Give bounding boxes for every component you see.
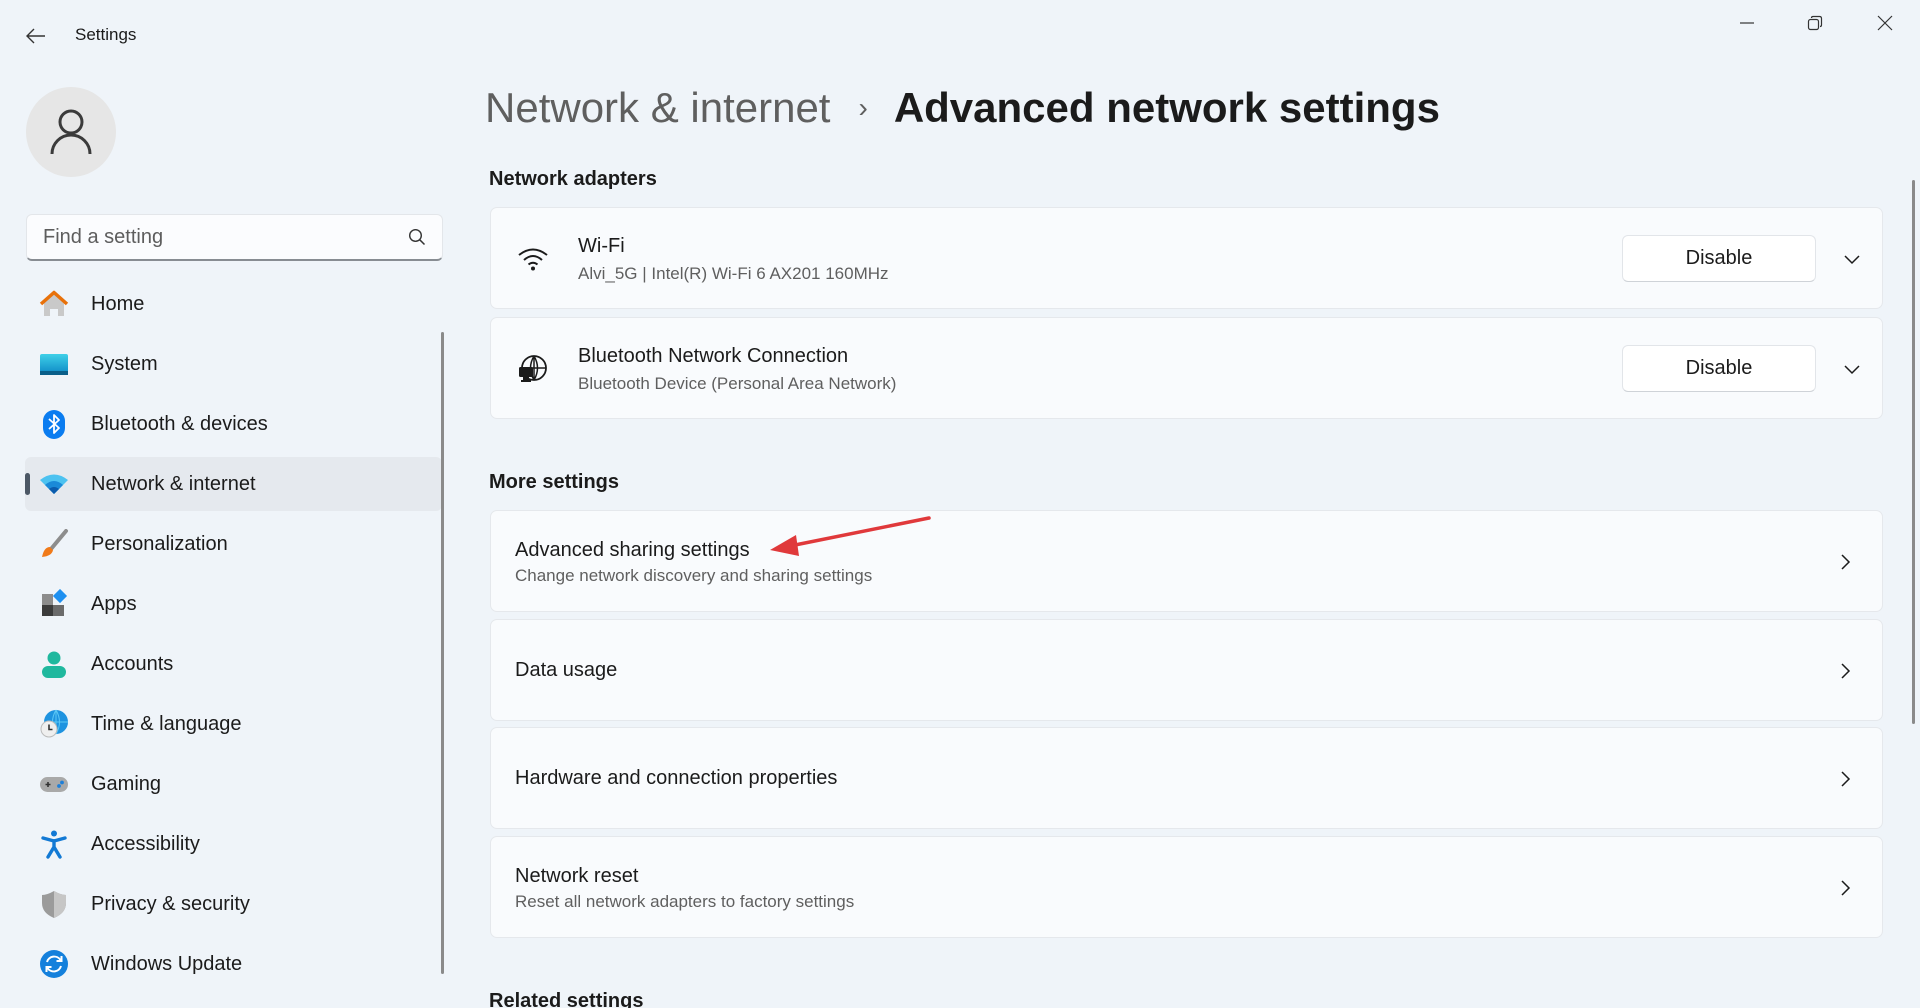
system-icon xyxy=(39,349,69,379)
shield-icon xyxy=(39,889,69,919)
close-icon xyxy=(1877,15,1893,31)
apps-icon xyxy=(39,589,69,619)
user-icon xyxy=(50,109,92,155)
adapter-detail: Alvi_5G | Intel(R) Wi-Fi 6 AX201 160MHz xyxy=(578,264,889,283)
section-more-settings: More settings xyxy=(489,471,620,493)
search-box xyxy=(26,214,443,261)
back-button[interactable] xyxy=(20,20,52,52)
expand-wifi-button[interactable] xyxy=(1831,238,1873,280)
sidebar-item-accounts[interactable]: Accounts xyxy=(25,637,442,691)
sidebar-item-time-language[interactable]: Time & language xyxy=(25,697,442,751)
setting-subtitle: Change network discovery and sharing set… xyxy=(515,566,873,585)
setting-title: Network reset xyxy=(515,865,639,887)
adapter-card-wifi[interactable]: Wi-Fi Alvi_5G | Intel(R) Wi-Fi 6 AX201 1… xyxy=(490,207,1883,309)
user-avatar[interactable] xyxy=(26,87,116,177)
sidebar-item-privacy[interactable]: Privacy & security xyxy=(25,877,442,931)
setting-advanced-sharing[interactable]: Advanced sharing settings Change network… xyxy=(490,510,1883,612)
setting-title: Data usage xyxy=(515,659,618,681)
sidebar-item-home[interactable]: Home xyxy=(25,277,442,331)
setting-title: Hardware and connection properties xyxy=(515,767,838,789)
sidebar-nav: Home System Bluetooth & devices Network … xyxy=(25,277,442,997)
breadcrumb-parent[interactable]: Network & internet xyxy=(485,84,830,132)
minimize-icon xyxy=(1740,22,1754,24)
sidebar-item-system[interactable]: System xyxy=(25,337,442,391)
accessibility-icon xyxy=(39,829,69,859)
wifi-icon xyxy=(516,244,550,274)
restore-icon xyxy=(1807,15,1823,31)
breadcrumb-separator-icon: › xyxy=(858,92,868,123)
brush-icon xyxy=(39,529,69,559)
home-icon xyxy=(39,289,69,319)
gamepad-icon xyxy=(39,769,69,799)
adapter-card-bluetooth[interactable]: Bluetooth Network Connection Bluetooth D… xyxy=(490,317,1883,419)
chevron-down-icon xyxy=(1844,255,1860,265)
expand-bluetooth-button[interactable] xyxy=(1831,348,1873,390)
arrow-left-icon xyxy=(26,28,45,44)
close-button[interactable] xyxy=(1862,6,1908,40)
adapter-name: Bluetooth Network Connection xyxy=(578,345,849,367)
sidebar-item-network[interactable]: Network & internet xyxy=(25,457,442,511)
disable-wifi-button[interactable]: Disable xyxy=(1622,235,1816,282)
minimize-button[interactable] xyxy=(1724,6,1770,40)
sidebar-item-apps[interactable]: Apps xyxy=(25,577,442,631)
setting-data-usage[interactable]: Data usage xyxy=(490,619,1883,721)
update-icon xyxy=(39,949,69,979)
disable-bluetooth-button[interactable]: Disable xyxy=(1622,345,1816,392)
restore-button[interactable] xyxy=(1792,6,1838,40)
chevron-right-icon xyxy=(1830,547,1860,577)
setting-hardware-properties[interactable]: Hardware and connection properties xyxy=(490,727,1883,829)
account-icon xyxy=(39,649,69,679)
selection-indicator xyxy=(25,473,30,495)
chevron-down-icon xyxy=(1844,365,1860,375)
app-title: Settings xyxy=(75,25,137,44)
setting-title: Advanced sharing settings xyxy=(515,539,750,561)
breadcrumb: Network & internet › Advanced network se… xyxy=(485,84,1440,132)
network-globe-icon xyxy=(516,354,550,384)
sidebar-scrollbar[interactable] xyxy=(441,332,444,974)
wifi-icon xyxy=(39,469,69,499)
time-language-icon xyxy=(39,709,69,739)
sidebar-item-bluetooth[interactable]: Bluetooth & devices xyxy=(25,397,442,451)
sidebar-item-accessibility[interactable]: Accessibility xyxy=(25,817,442,871)
setting-subtitle: Reset all network adapters to factory se… xyxy=(515,892,855,911)
sidebar-item-gaming[interactable]: Gaming xyxy=(25,757,442,811)
sidebar-item-windows-update[interactable]: Windows Update xyxy=(25,937,442,991)
chevron-right-icon xyxy=(1830,873,1860,903)
sidebar-item-personalization[interactable]: Personalization xyxy=(25,517,442,571)
main-scrollbar[interactable] xyxy=(1912,180,1915,724)
search-input[interactable] xyxy=(43,225,406,249)
section-network-adapters: Network adapters xyxy=(489,168,657,190)
bluetooth-icon xyxy=(39,409,69,439)
section-related-settings: Related settings xyxy=(489,990,644,1008)
title-bar: Settings xyxy=(0,0,1920,72)
page-title: Advanced network settings xyxy=(893,84,1440,131)
adapter-name: Wi-Fi xyxy=(578,235,625,257)
adapter-detail: Bluetooth Device (Personal Area Network) xyxy=(578,374,897,393)
chevron-right-icon xyxy=(1830,764,1860,794)
setting-network-reset[interactable]: Network reset Reset all network adapters… xyxy=(490,836,1883,938)
chevron-right-icon xyxy=(1830,656,1860,686)
search-icon[interactable] xyxy=(406,226,428,248)
